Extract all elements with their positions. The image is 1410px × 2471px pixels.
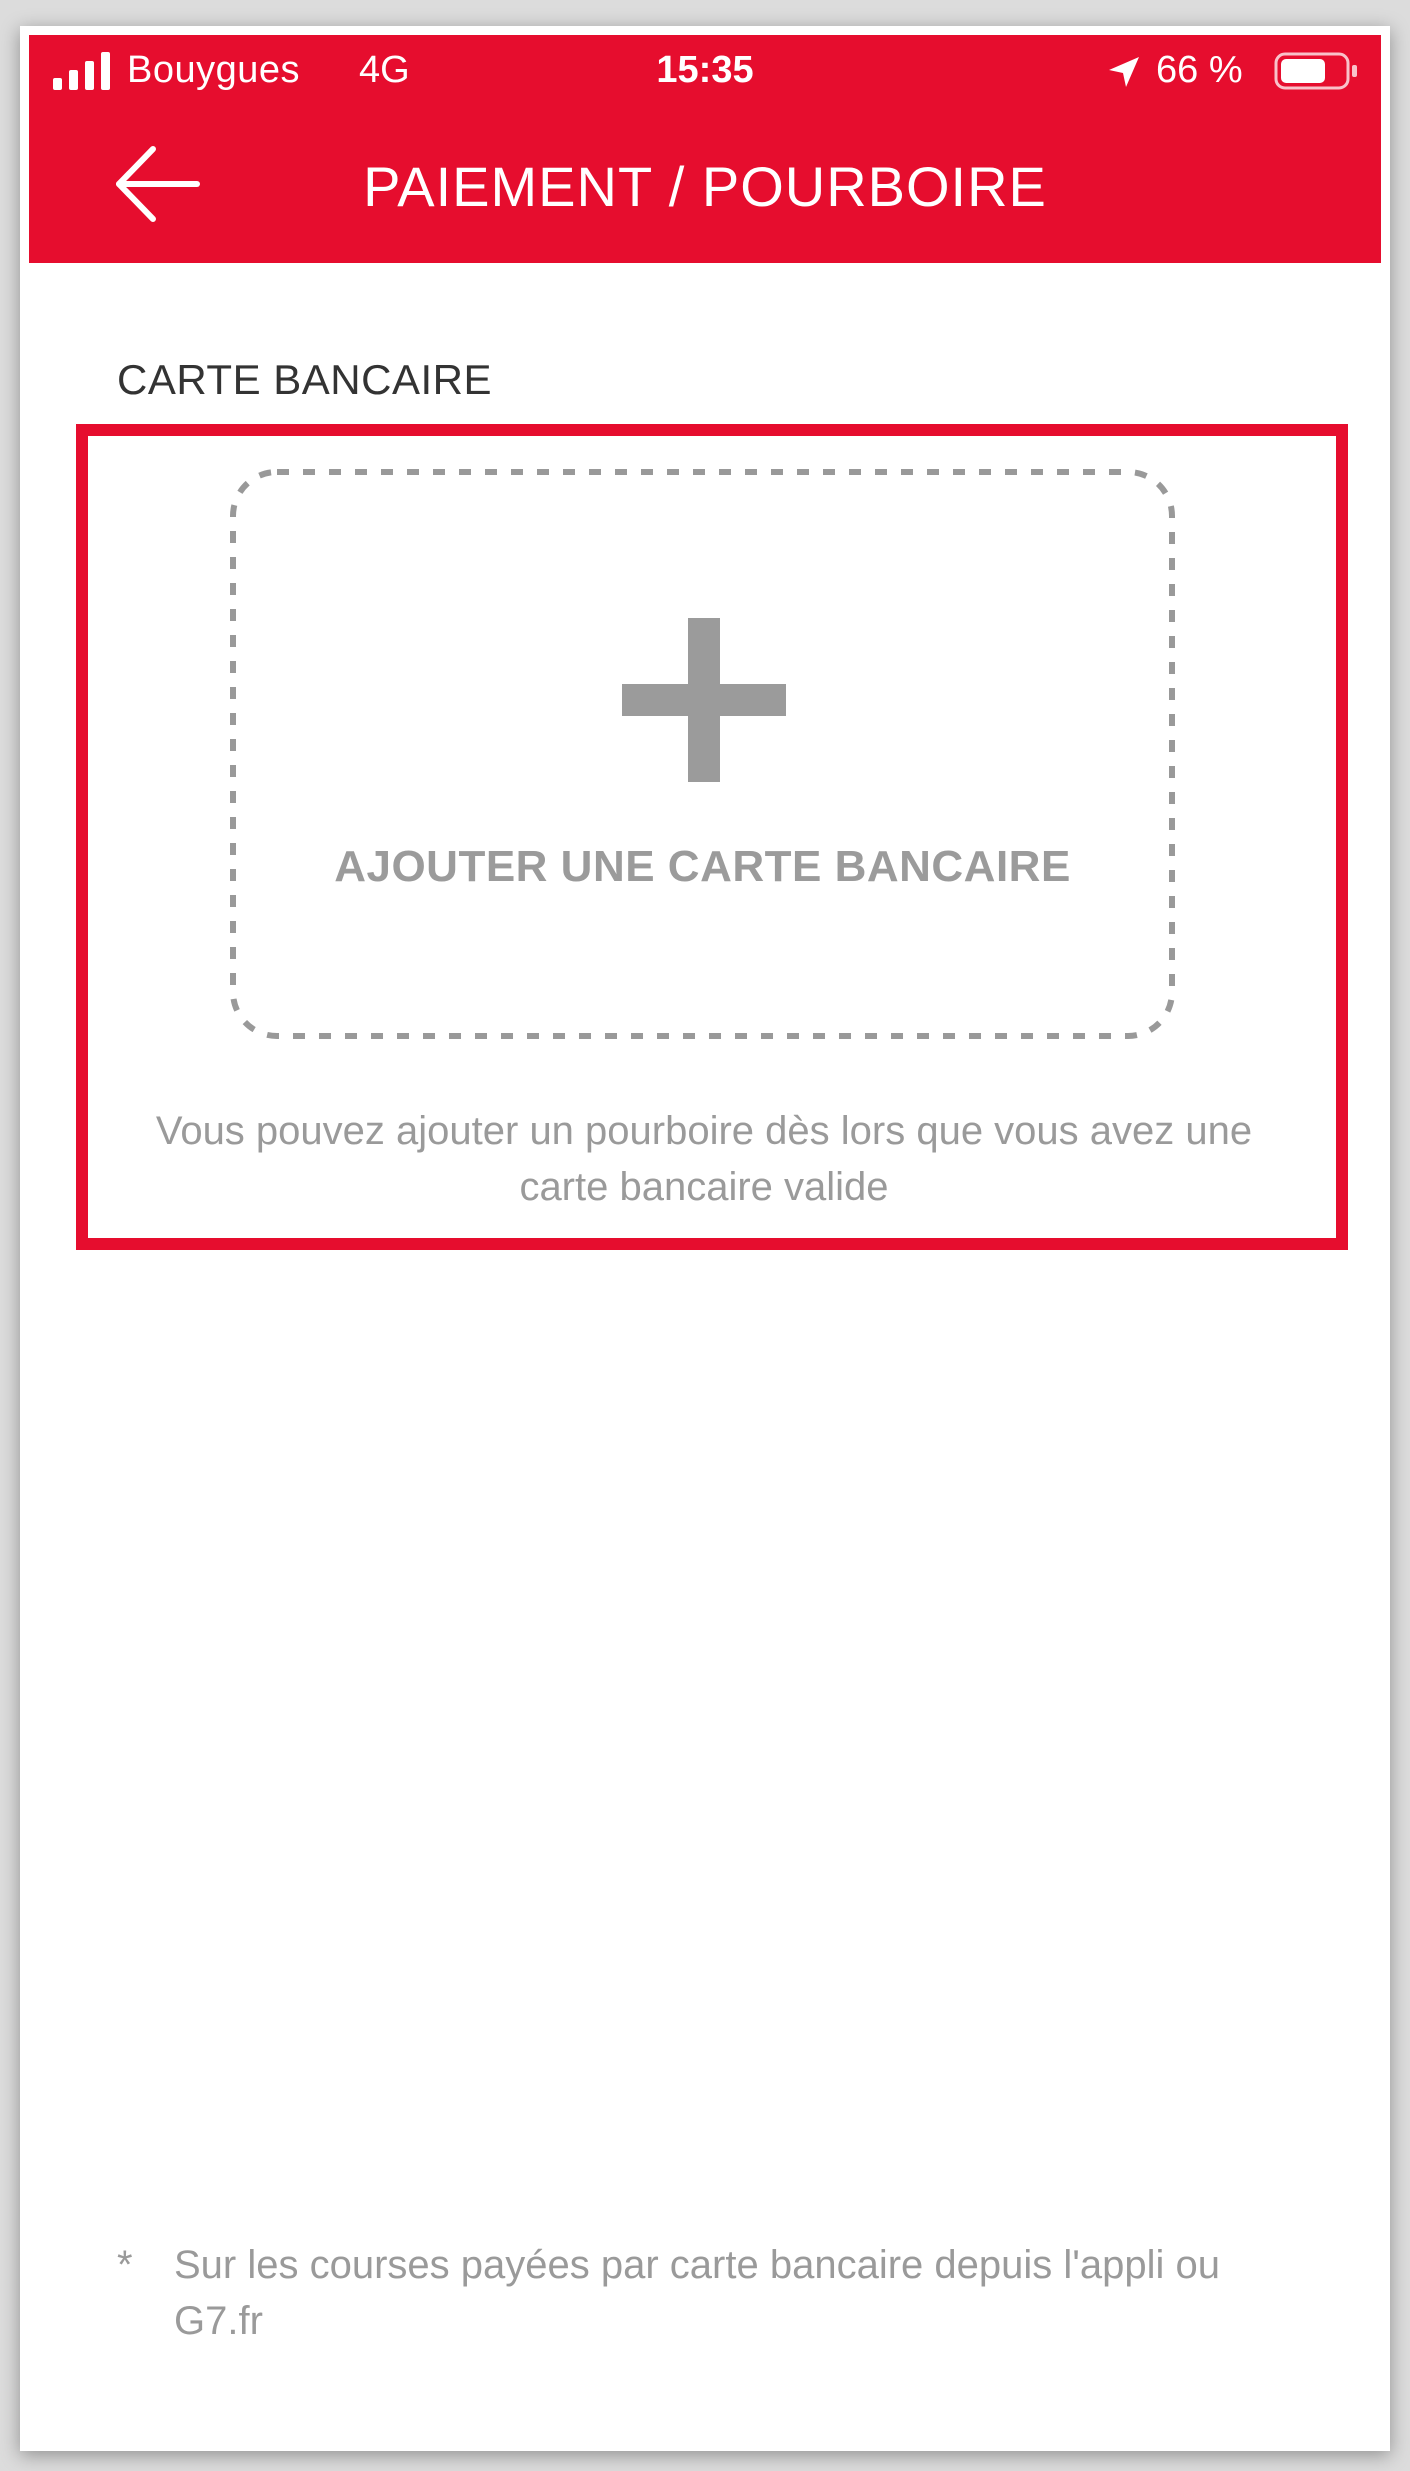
navigation-bar: PAIEMENT / POURBOIRE bbox=[29, 107, 1381, 263]
phone-screen: Bouygues 4G 15:35 66 % PAIEMENT / POURBO… bbox=[29, 35, 1381, 2443]
add-card-label: AJOUTER UNE CARTE BANCAIRE bbox=[334, 842, 1071, 891]
carrier-name: Bouygues bbox=[127, 49, 301, 91]
plus-icon bbox=[622, 618, 786, 782]
footnote-text: Sur les courses payées par carte bancair… bbox=[174, 2243, 1221, 2343]
signal-icon bbox=[53, 52, 110, 90]
battery-icon bbox=[1274, 52, 1357, 90]
app-header: Bouygues 4G 15:35 66 % PAIEMENT / POURBO… bbox=[29, 35, 1381, 263]
tip-info-text: Vous pouvez ajouter un pourboire dès lor… bbox=[155, 1109, 1253, 1209]
battery-percentage: 66 % bbox=[1156, 49, 1243, 91]
section-title: CARTE BANCAIRE bbox=[117, 356, 492, 403]
location-icon bbox=[1109, 57, 1139, 87]
add-card-button[interactable]: AJOUTER UNE CARTE BANCAIRE bbox=[229, 468, 1176, 1040]
page-title: PAIEMENT / POURBOIRE bbox=[363, 155, 1047, 218]
network-type: 4G bbox=[359, 49, 410, 91]
footnote-marker: * bbox=[117, 2243, 133, 2287]
status-bar: Bouygues 4G 15:35 66 % bbox=[29, 35, 1381, 107]
back-arrow-icon[interactable] bbox=[113, 139, 203, 229]
